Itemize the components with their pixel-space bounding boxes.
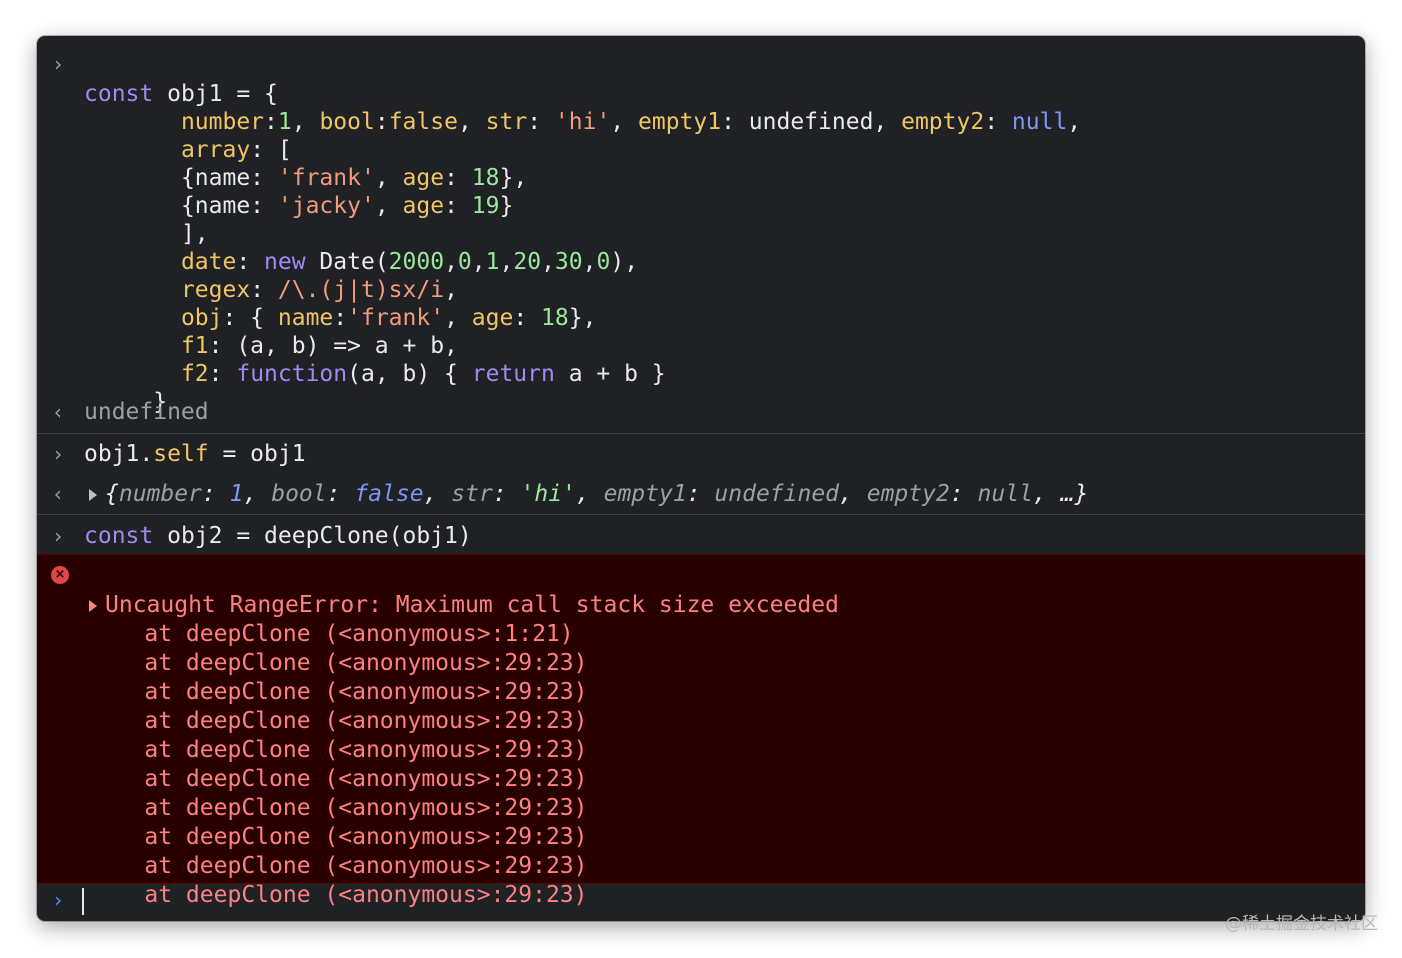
code-line: {name: 'frank', age: 18}, (180, 165, 528, 191)
devtools-console: › const obj1 = { number:1, bool:false, s… (37, 36, 1365, 921)
input-prompt-icon: › (52, 442, 65, 466)
code-line: array: [ (180, 137, 292, 163)
stack-frame: at deepClone (<anonymous>:29:23) (89, 853, 588, 879)
error-icon: × (51, 566, 69, 584)
stack-frame: at deepClone (<anonymous>:29:23) (89, 824, 588, 850)
object-preview[interactable]: {number: 1, bool: false, str: 'hi', empt… (89, 480, 1088, 508)
output-prompt-icon: ‹ (52, 482, 65, 506)
stack-frame: at deepClone (<anonymous>:29:23) (89, 737, 588, 763)
code-line: number:1, bool:false, str: 'hi', empty1:… (180, 109, 1082, 135)
entry-separator (37, 514, 1365, 515)
entry-separator (37, 433, 1365, 434)
input-prompt-icon: › (52, 524, 65, 548)
stack-frame: at deepClone (<anonymous>:29:23) (89, 679, 588, 705)
code-line: f1: (a, b) => a + b, (180, 333, 458, 359)
stack-frame: at deepClone (<anonymous>:29:23) (89, 766, 588, 792)
code-line: f2: function(a, b) { return a + b } (180, 361, 666, 387)
code-line: obj: { name:'frank', age: 18}, (180, 305, 597, 331)
code-line: const obj1 = { (84, 81, 278, 107)
error-message-block: × Uncaught RangeError: Maximum call stac… (37, 554, 1365, 908)
error-message[interactable]: Uncaught RangeError: Maximum call stack … (89, 592, 839, 618)
stack-frame: at deepClone (<anonymous>:29:23) (89, 650, 588, 676)
input-prompt-icon: › (52, 52, 65, 76)
stack-frame: at deepClone (<anonymous>:1:21) (89, 621, 574, 647)
expand-triangle-icon[interactable] (89, 599, 97, 612)
watermark: @稀土掘金技术社区 (1225, 914, 1378, 934)
active-prompt-icon: › (52, 888, 65, 912)
code-line: {name: 'jacky', age: 19} (180, 193, 514, 219)
code-line: regex: /\.(j|t)sx/i, (180, 277, 458, 303)
stack-frame: at deepClone (<anonymous>:29:23) (89, 708, 588, 734)
code-line-obj1-self[interactable]: obj1.self = obj1 (84, 440, 306, 468)
error-text[interactable]: Uncaught RangeError: Maximum call stack … (89, 562, 839, 921)
stack-frame: at deepClone (<anonymous>:29:23) (89, 795, 588, 821)
code-block-obj1[interactable]: const obj1 = { number:1, bool:false, str… (84, 52, 1081, 444)
code-line: date: new Date(2000,0,1,20,30,0), (180, 249, 639, 275)
result-undefined: undefined (84, 399, 209, 425)
output-prompt-icon: ‹ (52, 400, 65, 424)
text-caret (82, 888, 84, 915)
console-entry-obj1: › const obj1 = { number:1, bool:false, s… (37, 36, 1365, 433)
console-input[interactable] (84, 887, 1344, 917)
code-line: ], (180, 221, 209, 247)
expand-triangle-icon[interactable] (89, 488, 97, 501)
code-line-deepclone-call[interactable]: const obj2 = deepClone(obj1) (84, 522, 472, 550)
